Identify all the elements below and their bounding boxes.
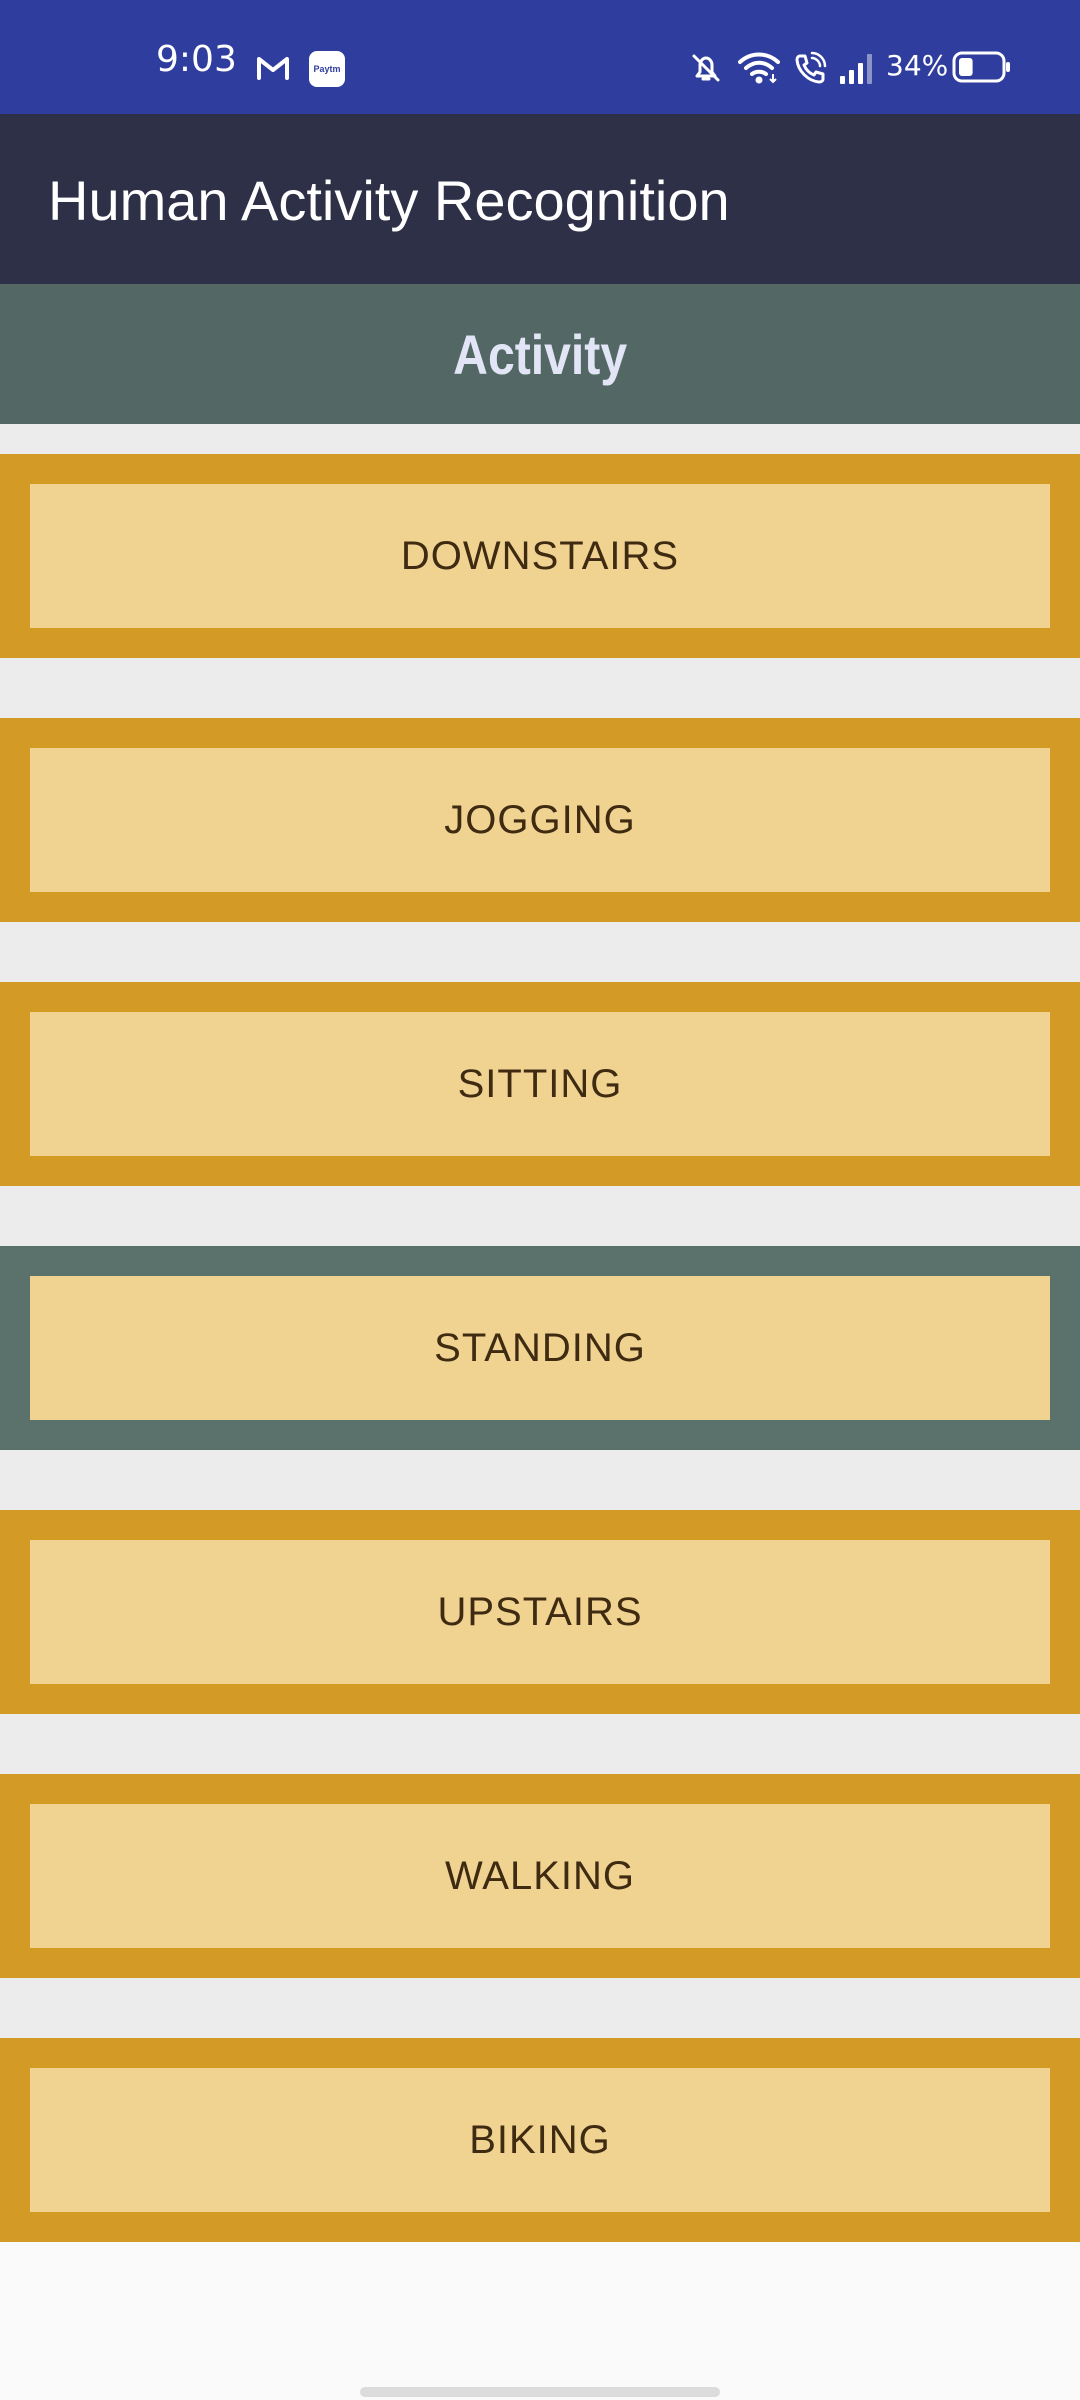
activity-card-walking: WALKING — [0, 1774, 1080, 1978]
activity-header: Activity — [0, 284, 1080, 424]
app-bar: Human Activity Recognition — [0, 114, 1080, 284]
wifi-calling-icon — [792, 50, 828, 91]
gmail-icon — [256, 54, 290, 85]
activity-card-upstairs: UPSTAIRS — [0, 1510, 1080, 1714]
jogging-button[interactable]: JOGGING — [30, 748, 1050, 892]
activity-card-sitting: SITTING — [0, 982, 1080, 1186]
status-bar: 9:03 Paytm 34% — [0, 0, 1080, 114]
signal-icon — [838, 50, 878, 91]
status-time: 9:03 — [156, 39, 237, 80]
paytm-icon: Paytm — [309, 51, 345, 87]
home-indicator[interactable] — [360, 2387, 720, 2397]
upstairs-button[interactable]: UPSTAIRS — [30, 1540, 1050, 1684]
downstairs-button[interactable]: DOWNSTAIRS — [30, 484, 1050, 628]
activity-card-biking: BIKING — [0, 2038, 1080, 2242]
battery-percent: 34% — [886, 49, 949, 82]
walking-button[interactable]: WALKING — [30, 1804, 1050, 1948]
section-title: Activity — [453, 322, 627, 386]
activity-card-jogging: JOGGING — [0, 718, 1080, 922]
standing-button[interactable]: STANDING — [30, 1276, 1050, 1420]
activity-card-standing: STANDING — [0, 1246, 1080, 1450]
activity-card-downstairs: DOWNSTAIRS — [0, 454, 1080, 658]
battery-icon — [952, 50, 1012, 89]
app-title: Human Activity Recognition — [48, 169, 730, 232]
sitting-button[interactable]: SITTING — [30, 1012, 1050, 1156]
activity-list: DOWNSTAIRS JOGGING SITTING STANDING UPST… — [0, 424, 1080, 2242]
wifi-icon — [737, 50, 781, 91]
mute-icon — [688, 50, 724, 91]
biking-button[interactable]: BIKING — [30, 2068, 1050, 2212]
